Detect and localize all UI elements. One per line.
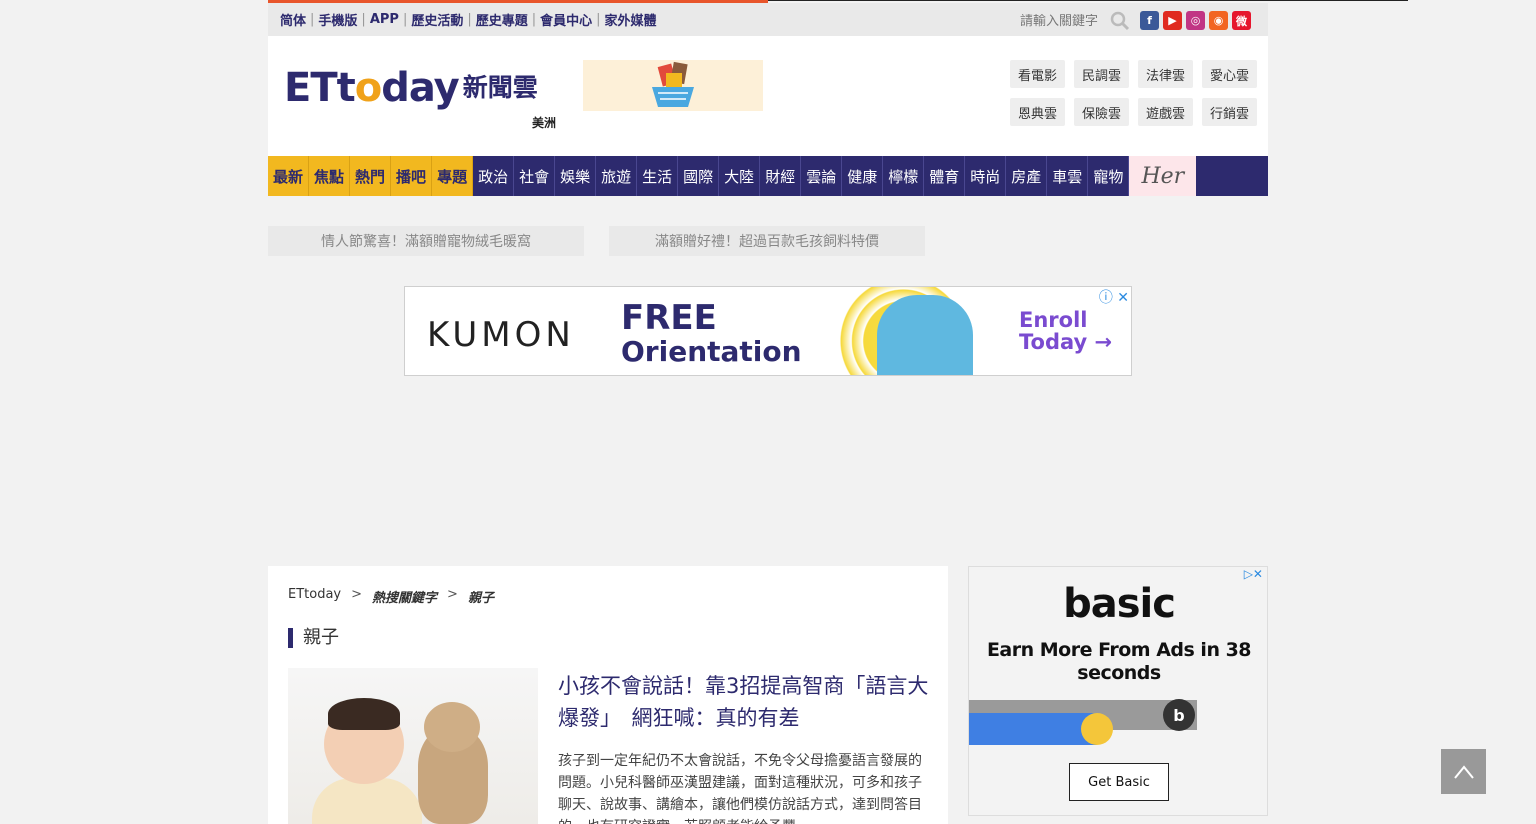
shopping-basket-icon (652, 61, 694, 107)
link-simplified[interactable]: 简体 (280, 10, 306, 29)
article-summary: 孩子到一定年紀仍不太會說話，不免令父母擔憂語言發展的問題。小兒科醫師巫漢盟建議，… (558, 753, 922, 824)
breadcrumb: ETtoday > 熱搜關鍵字 > 親子 (288, 587, 494, 606)
nav-item-4[interactable]: 生活 (637, 156, 679, 196)
nav-item-15[interactable]: 寵物 (1088, 156, 1130, 196)
cloud-link-2[interactable]: 法律雲 (1138, 60, 1193, 88)
nav-item-1[interactable]: 社會 (514, 156, 556, 196)
nav-her-logo[interactable]: Her (1129, 156, 1197, 196)
breadcrumb-keywords[interactable]: 熱搜關鍵字 (372, 587, 437, 606)
nav-item-10[interactable]: 檸檬 (883, 156, 925, 196)
nav-featured-3[interactable]: 播吧 (391, 156, 433, 196)
promo-link-1[interactable]: 情人節驚喜！滿額贈寵物絨毛暖窩 (268, 226, 584, 256)
cloud-link-0[interactable]: 看電影 (1010, 60, 1065, 88)
nav-featured-1[interactable]: 焦點 (309, 156, 351, 196)
back-to-top-button[interactable] (1441, 749, 1486, 794)
nav-featured-0[interactable]: 最新 (268, 156, 310, 196)
side-ad-close-icon[interactable]: ▷✕ (1244, 567, 1263, 581)
nav-item-3[interactable]: 旅遊 (596, 156, 638, 196)
section-title: 親子 (288, 628, 339, 648)
main-content: ETtoday > 熱搜關鍵字 > 親子 親子 小孩不會說話！靠3招提高智商「語… (268, 566, 948, 824)
top-bar: 简体| 手機版| APP| 歷史活動| 歷史專題| 會員中心| 家外媒體 f▶◎… (268, 3, 1268, 36)
side-ad-headline: Earn More From Ads in 38 seconds (986, 639, 1252, 684)
arrow-up-icon (1453, 764, 1474, 779)
article-headline[interactable]: 小孩不會說話！靠3招提高智商「語言大爆發」 網狂喊：真的有差 (558, 670, 930, 734)
search-icon[interactable] (1110, 11, 1130, 31)
cloud-link-3[interactable]: 愛心雲 (1202, 60, 1257, 88)
ad-brand: KUMON (427, 315, 575, 355)
nav-featured-4[interactable]: 專題 (432, 156, 474, 196)
top-divider-line (768, 0, 1408, 1)
side-ad-logo: basic (1063, 581, 1176, 627)
weibo-icon[interactable]: 微 (1232, 11, 1251, 30)
site-logo[interactable]: ETtoday 新聞雲 (284, 66, 538, 110)
ad-close-icon[interactable]: ⓘ ✕ (1099, 287, 1129, 307)
cloud-link-1[interactable]: 民調雲 (1074, 60, 1129, 88)
nav-item-7[interactable]: 財經 (760, 156, 802, 196)
nav-item-0[interactable]: 政治 (473, 156, 515, 196)
social-links: f ▶ ◎ ◉ 微 (1140, 11, 1251, 30)
search-input[interactable] (1020, 13, 1102, 29)
nav-item-6[interactable]: 大陸 (719, 156, 761, 196)
side-ad[interactable]: basic Earn More From Ads in 38 seconds b… (968, 566, 1268, 816)
banner-ad[interactable]: KUMON FREE Orientation Enroll Today → ⓘ … (404, 286, 1132, 376)
nav-item-9[interactable]: 健康 (842, 156, 884, 196)
site-header: ETtoday 新聞雲 美洲 看電影 民調雲 法律雲 愛心雲恩典雲 保險雲 遊戲雲 行銷雲 (268, 36, 1268, 156)
rss-icon[interactable]: ◉ (1209, 11, 1228, 30)
nav-item-11[interactable]: 體育 (924, 156, 966, 196)
nav-featured-2[interactable]: 熱門 (350, 156, 392, 196)
instagram-icon[interactable]: ◎ (1186, 11, 1205, 30)
cloud-links: 看電影 民調雲 法律雲 愛心雲恩典雲 保險雲 遊戲雲 行銷雲 (1010, 60, 1257, 126)
breadcrumb-home[interactable]: ETtoday (288, 587, 341, 606)
breadcrumb-current: 親子 (467, 591, 494, 606)
promo-link-2[interactable]: 滿額贈好禮！超過百款毛孩飼料特價 (609, 226, 925, 256)
link-mobile[interactable]: 手機版 (318, 10, 357, 29)
ad-kids-image (877, 295, 973, 375)
ad-line-2: Orientation (621, 335, 802, 368)
get-basic-button[interactable]: Get Basic (1069, 763, 1169, 801)
main-nav: 最新 焦點 熱門 播吧 專題 政治 社會 娛樂 旅遊 生活 國際 大陸 財經 雲論 健康 檸檬 體育 時尚 房產 車雲… (268, 156, 1268, 196)
ad-line-1: FREE (621, 298, 717, 338)
search-box (1020, 11, 1130, 31)
article-thumbnail[interactable] (288, 668, 538, 824)
facebook-icon[interactable]: f (1140, 11, 1159, 30)
header-ad[interactable] (583, 60, 763, 111)
link-history-topics[interactable]: 歷史專題 (476, 10, 528, 29)
cloud-link-7[interactable]: 行銷雲 (1202, 98, 1257, 126)
nav-item-13[interactable]: 房產 (1006, 156, 1048, 196)
nav-item-2[interactable]: 娛樂 (555, 156, 597, 196)
side-ad-progress-fill (969, 713, 1097, 745)
youtube-icon[interactable]: ▶ (1163, 11, 1182, 30)
region-label[interactable]: 美洲 (532, 114, 556, 131)
link-member-center[interactable]: 會員中心 (540, 10, 592, 29)
link-app[interactable]: APP (370, 12, 399, 27)
cloud-link-5[interactable]: 保險雲 (1074, 98, 1129, 126)
cloud-link-6[interactable]: 遊戲雲 (1138, 98, 1193, 126)
side-ad-knob (1081, 713, 1113, 745)
top-links: 简体 | 手機版 | APP | 歷史活動 | 歷史專題 | 會員中心 | 家外媒體 (280, 10, 657, 29)
nav-item-14[interactable]: 車雲 (1047, 156, 1089, 196)
nav-item-12[interactable]: 時尚 (965, 156, 1007, 196)
side-ad-brand-icon: b (1163, 699, 1195, 731)
ad-cta[interactable]: Enroll Today → (1019, 309, 1112, 353)
cloud-link-4[interactable]: 恩典雲 (1010, 98, 1065, 126)
link-outdoor-media[interactable]: 家外媒體 (605, 10, 657, 29)
nav-item-8[interactable]: 雲論 (801, 156, 843, 196)
nav-item-5[interactable]: 國際 (678, 156, 720, 196)
link-history-events[interactable]: 歷史活動 (411, 10, 463, 29)
